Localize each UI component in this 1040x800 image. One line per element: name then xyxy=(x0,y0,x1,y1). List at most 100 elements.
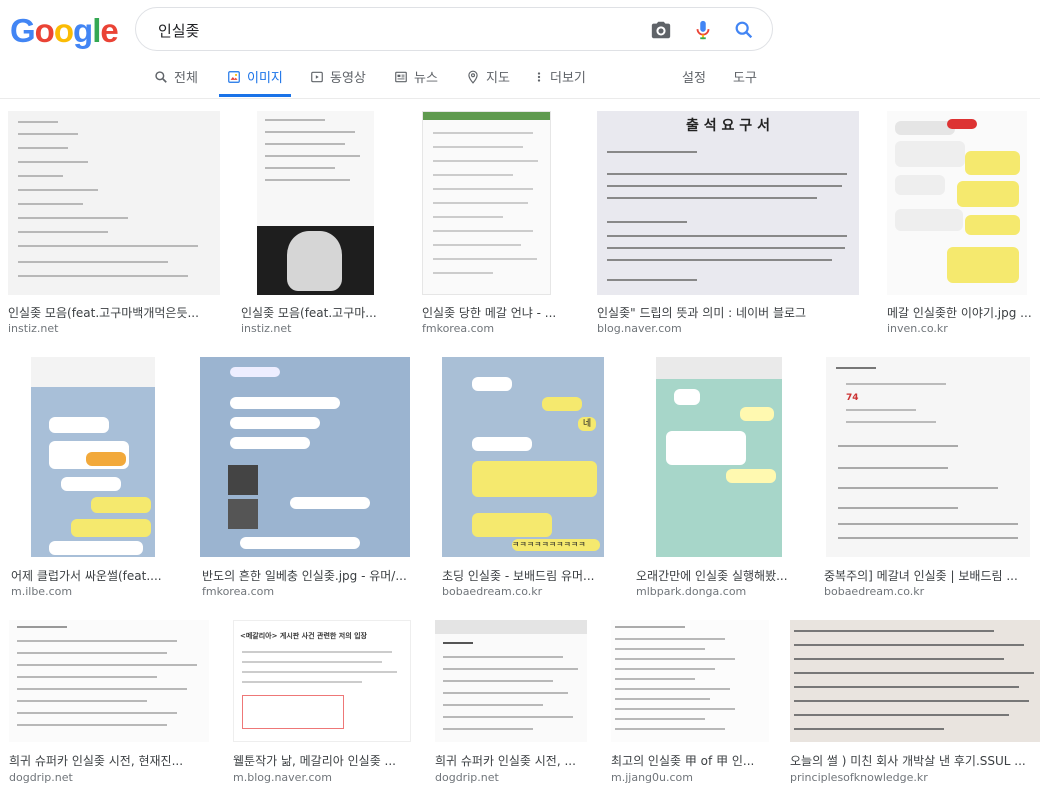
result-thumbnail[interactable]: 출 석 요 구 서 xyxy=(597,111,859,295)
tab-news[interactable]: 뉴스 xyxy=(394,56,438,97)
image-icon xyxy=(228,70,240,83)
image-result[interactable]: 출 석 요 구 서 인실좆" 드립의 뜻과 의미 : 네이버 블로그 blog.… xyxy=(597,111,859,336)
image-result[interactable]: 메갈 인실좆한 이야기.jpg ... inven.co.kr xyxy=(887,111,1040,336)
result-title[interactable]: 웰툰작가 낢, 메갈리아 인실좆 ... xyxy=(233,752,411,769)
result-source: dogdrip.net xyxy=(435,771,499,784)
tab-label: 전체 xyxy=(174,71,198,86)
google-logo[interactable]: Google xyxy=(10,12,119,50)
tab-more[interactable]: 더보기 xyxy=(534,56,586,97)
result-title[interactable]: 인실좆 당한 메갈 언냐 - ... xyxy=(422,304,572,321)
search-tabs: 전체 이미지 동영상 뉴스 지도 더보기 설정 도구 xyxy=(0,56,1040,98)
image-result[interactable]: 어제 클럽가서 싸운썰(feat.... m.ilbe.com xyxy=(11,357,188,603)
logo-letter: o xyxy=(53,12,74,49)
tab-tools[interactable]: 도구 xyxy=(733,56,757,97)
image-result[interactable]: 74 중복주의] 메갈녀 인실좆 | 보배드림 ... bobaedream.c… xyxy=(824,357,1034,603)
logo-letter: o xyxy=(34,12,55,49)
result-title[interactable]: 초딩 인실좆 - 보배드림 유머... xyxy=(442,567,604,584)
result-source: m.blog.naver.com xyxy=(233,771,332,784)
image-result[interactable]: 인실좆 모음(feat.고구마백개먹은듯... instiz.net xyxy=(8,111,220,336)
result-thumbnail[interactable] xyxy=(790,620,1040,742)
result-source: bobaedream.co.kr xyxy=(824,585,925,598)
map-pin-icon xyxy=(468,70,478,84)
search-icon[interactable] xyxy=(733,19,755,41)
image-result[interactable]: 오늘의 썰 ) 미친 회사 개박살 낸 후기.SSUL ... principl… xyxy=(790,620,1040,790)
image-result[interactable]: 반도의 흔한 일베충 인실좆.jpg - 유머/... fmkorea.com xyxy=(200,357,422,603)
tab-label: 설정 xyxy=(682,71,706,86)
result-thumbnail[interactable] xyxy=(435,620,587,742)
camera-icon[interactable] xyxy=(650,19,672,41)
thumb-doc-title: 출 석 요 구 서 xyxy=(686,118,770,134)
result-thumbnail[interactable] xyxy=(200,357,410,557)
tab-label: 이미지 xyxy=(247,71,283,86)
header-divider xyxy=(0,98,1040,99)
result-title[interactable]: 인실좆 모음(feat.고구마백개먹은듯... xyxy=(8,304,220,321)
result-source: inven.co.kr xyxy=(887,322,948,335)
result-title[interactable]: 메갈 인실좆한 이야기.jpg ... xyxy=(887,304,1037,321)
thumb-bubble-text: ㅋㅋㅋㅋㅋㅋㅋㅋㅋㅋ xyxy=(512,539,600,551)
result-title[interactable]: 오늘의 썰 ) 미친 회사 개박살 낸 후기.SSUL ... xyxy=(790,752,1038,769)
thumb-bubble-text: 네 xyxy=(578,417,596,431)
result-thumbnail[interactable] xyxy=(8,111,220,295)
image-result[interactable]: 인실좆 당한 메갈 언냐 - ... fmkorea.com xyxy=(422,111,574,336)
tab-label: 동영상 xyxy=(330,71,366,86)
result-source: m.jjang0u.com xyxy=(611,771,693,784)
result-thumbnail[interactable] xyxy=(422,111,551,295)
news-icon xyxy=(395,71,407,82)
result-thumbnail[interactable] xyxy=(887,111,1027,295)
result-source: fmkorea.com xyxy=(202,585,275,598)
search-box[interactable] xyxy=(135,7,773,51)
result-title[interactable]: 인실좆" 드립의 뜻과 의미 : 네이버 블로그 xyxy=(597,304,859,321)
result-thumbnail[interactable]: <메갈리아> 게시판 사건 관련한 저의 입장 xyxy=(233,620,411,742)
result-thumbnail[interactable] xyxy=(31,357,155,557)
image-result[interactable]: 인실좆 모음(feat.고구마... instiz.net xyxy=(241,111,396,336)
result-title[interactable]: 희귀 슈퍼카 인실좆 시전, 현재진... xyxy=(9,752,207,769)
result-thumbnail[interactable] xyxy=(656,357,782,557)
result-thumbnail[interactable]: 74 xyxy=(826,357,1030,557)
result-title[interactable]: 최고의 인실좆 甲 of 甲 인... xyxy=(611,752,759,769)
result-title[interactable]: 희귀 슈퍼카 인실좆 시전, ... xyxy=(435,752,585,769)
thumb-notice-heading: <메갈리아> 게시판 사건 관련한 저의 입장 xyxy=(240,632,367,640)
result-source: bobaedream.co.kr xyxy=(442,585,543,598)
result-title[interactable]: 오래간만에 인실좆 실행해봤... xyxy=(636,567,806,584)
tab-maps[interactable]: 지도 xyxy=(466,56,510,97)
logo-letter: G xyxy=(10,12,36,49)
image-result[interactable]: 희귀 슈퍼카 인실좆 시전, 현재진... dogdrip.net xyxy=(9,620,209,790)
result-source: instiz.net xyxy=(241,322,292,335)
result-title[interactable]: 어제 클럽가서 싸운썰(feat.... xyxy=(11,567,171,584)
tab-videos[interactable]: 동영상 xyxy=(310,56,366,97)
logo-letter: e xyxy=(100,12,118,49)
result-thumbnail[interactable] xyxy=(257,111,374,295)
search-input[interactable] xyxy=(156,18,630,42)
result-source: fmkorea.com xyxy=(422,322,495,335)
tab-label: 뉴스 xyxy=(414,71,438,86)
result-source: instiz.net xyxy=(8,322,59,335)
tab-images[interactable]: 이미지 xyxy=(219,56,291,97)
tab-all[interactable]: 전체 xyxy=(154,56,198,97)
tab-settings[interactable]: 설정 xyxy=(682,56,706,97)
more-vert-icon xyxy=(537,71,541,82)
result-source: dogdrip.net xyxy=(9,771,73,784)
logo-letter: l xyxy=(92,12,101,49)
result-title[interactable]: 반도의 흔한 일베충 인실좆.jpg - 유머/... xyxy=(202,567,420,584)
result-thumbnail[interactable] xyxy=(611,620,769,742)
result-source: blog.naver.com xyxy=(597,322,682,335)
result-source: principlesofknowledge.kr xyxy=(790,771,928,784)
thumb-stat-value: 74 xyxy=(846,393,859,403)
image-result[interactable]: 네 ㅋㅋㅋㅋㅋㅋㅋㅋㅋㅋ 초딩 인실좆 - 보배드림 유머... bobaedr… xyxy=(442,357,607,603)
video-icon xyxy=(311,71,323,82)
result-source: m.ilbe.com xyxy=(11,585,73,598)
logo-letter: g xyxy=(73,12,93,49)
result-title[interactable]: 중복주의] 메갈녀 인실좆 | 보배드림 ... xyxy=(824,567,1032,584)
result-source: mlbpark.donga.com xyxy=(636,585,747,598)
result-thumbnail[interactable]: 네 ㅋㅋㅋㅋㅋㅋㅋㅋㅋㅋ xyxy=(442,357,604,557)
image-result[interactable]: 최고의 인실좆 甲 of 甲 인... m.jjang0u.com xyxy=(611,620,771,790)
search-icon xyxy=(155,70,167,83)
result-thumbnail[interactable] xyxy=(9,620,209,742)
result-title[interactable]: 인실좆 모음(feat.고구마... xyxy=(241,304,386,321)
mic-icon[interactable] xyxy=(692,19,714,41)
tab-label: 더보기 xyxy=(550,71,586,86)
image-result[interactable]: <메갈리아> 게시판 사건 관련한 저의 입장 웰툰작가 낢, 메갈리아 인실좆… xyxy=(233,620,413,790)
tab-label: 도구 xyxy=(733,71,757,86)
image-result[interactable]: 희귀 슈퍼카 인실좆 시전, ... dogdrip.net xyxy=(435,620,590,790)
image-result[interactable]: 오래간만에 인실좆 실행해봤... mlbpark.donga.com xyxy=(636,357,816,603)
